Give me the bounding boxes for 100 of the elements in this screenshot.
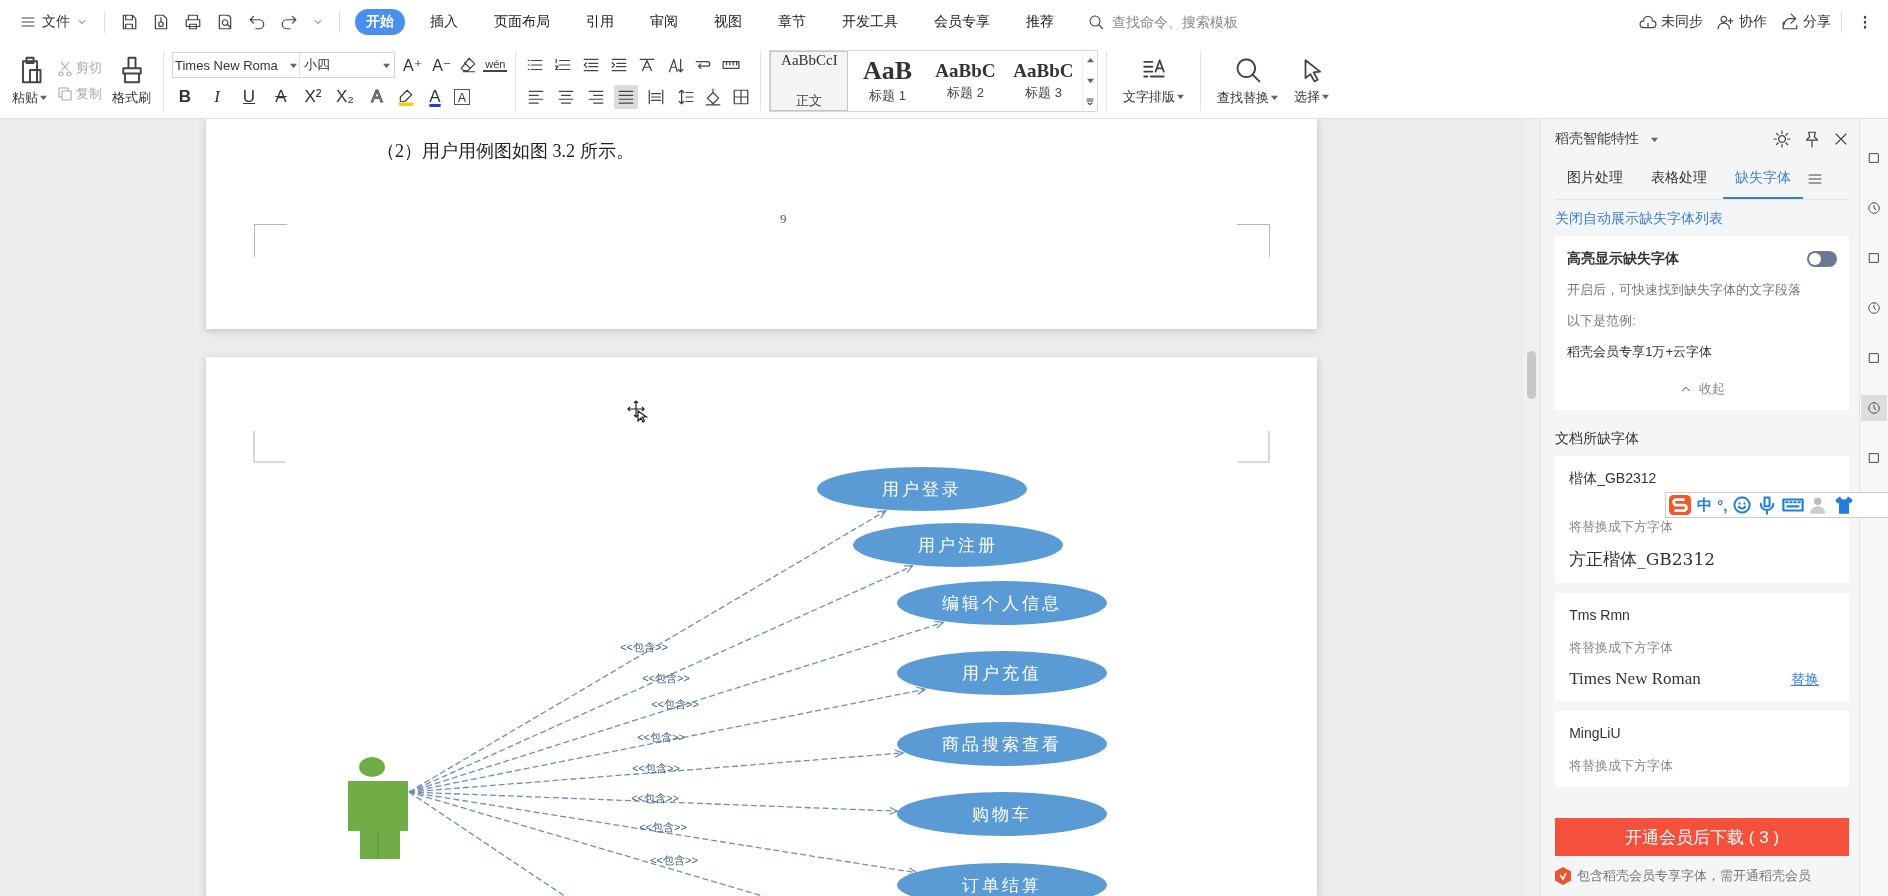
document-scrollbar[interactable]	[1523, 119, 1541, 896]
use-case-label: 编辑个人信息	[942, 594, 1063, 613]
search-icon	[1088, 14, 1104, 30]
toggle-switch[interactable]	[1807, 251, 1837, 267]
redo-icon[interactable]	[280, 13, 298, 31]
clock-icon	[1867, 301, 1881, 315]
caret-down-icon	[1322, 93, 1330, 100]
margin-corner-mark	[253, 430, 286, 463]
clock-icon	[1867, 201, 1881, 215]
undo-icon[interactable]	[248, 13, 266, 31]
font-size-button[interactable]: A⁺	[401, 55, 425, 75]
align-right-icon	[587, 88, 606, 106]
toolbar-action[interactable]: 未同步	[1639, 13, 1703, 31]
margin-corner-mark	[1237, 224, 1271, 257]
style-option[interactable]: AaBbCcI 正文	[770, 51, 849, 111]
highlighter-icon[interactable]	[396, 88, 416, 106]
command-search-field[interactable]: 查找命令、搜索模板	[1088, 13, 1294, 31]
print-icon[interactable]	[184, 13, 202, 31]
scroll-down-icon[interactable]	[1086, 77, 1094, 84]
missing-font-name: Tms Rmn	[1569, 607, 1631, 623]
file-menu[interactable]: 文件	[14, 9, 94, 35]
ribbon-tab[interactable]: 会员专享	[923, 9, 1001, 35]
collapse-button[interactable]: 收起	[1673, 374, 1732, 404]
export-icon[interactable]	[152, 13, 170, 31]
shading-icon	[704, 88, 723, 106]
phonetic-guide-button[interactable]: wén	[483, 58, 508, 72]
use-case-label: 购物车	[972, 805, 1033, 824]
text-format-button[interactable]: X²	[300, 87, 326, 107]
use-case-label: 订单结算	[962, 876, 1043, 895]
close-auto-list-link[interactable]: 关闭自动展示缺失字体列表	[1555, 210, 1724, 228]
square-icon	[1867, 251, 1881, 265]
ribbon-tab[interactable]: 开发工具	[831, 9, 909, 35]
menu-icon	[1807, 171, 1824, 187]
use-case-label: 用户登录	[882, 480, 963, 499]
decrease-indent-icon[interactable]	[582, 56, 601, 74]
text-format-button[interactable]: A	[268, 87, 294, 107]
format-painter-button[interactable]: 格式刷	[108, 53, 155, 109]
ribbon-tab[interactable]: 视图	[703, 9, 753, 35]
expand-gallery-icon[interactable]	[1086, 96, 1095, 105]
increase-indent-icon[interactable]	[610, 56, 629, 74]
punctuation-toggle[interactable]: °,	[1717, 496, 1728, 514]
find-replace-button[interactable]: 查找替换	[1209, 53, 1287, 109]
style-option[interactable]: AaBbC 标题 2	[926, 51, 1005, 111]
align-button[interactable]	[614, 85, 639, 109]
sort-icon[interactable]	[666, 56, 685, 74]
include-label: <<包含>>	[642, 672, 690, 684]
text-format-button[interactable]: B	[172, 87, 198, 107]
ribbon-tab[interactable]: 引用	[575, 9, 625, 35]
text-layout-button[interactable]: 文字排版	[1115, 54, 1193, 108]
text-format-button[interactable]: I	[204, 87, 230, 107]
hexagon-badge-icon	[1555, 867, 1572, 885]
chinese-layout-icon[interactable]	[638, 56, 657, 74]
select-button[interactable]: 选择	[1290, 54, 1334, 108]
ribbon-tab[interactable]: 插入	[419, 9, 469, 35]
card-title: 高亮显示缺失字体	[1567, 250, 1680, 268]
caret-down-icon	[1651, 135, 1659, 143]
replace-link[interactable]: 替换	[1791, 671, 1835, 689]
scroll-up-icon[interactable]	[1086, 57, 1094, 65]
section-heading: 文档所缺字体	[1555, 430, 1641, 448]
include-label: <<包含>>	[620, 641, 668, 653]
font-size-button[interactable]: A⁻	[430, 55, 454, 75]
shirt-icon[interactable]	[1834, 495, 1855, 515]
text-format-button[interactable]: A	[422, 87, 448, 107]
toolbar-action[interactable]: 分享	[1781, 13, 1831, 31]
ribbon-tab[interactable]: 页面布局	[483, 9, 561, 35]
align-center-icon	[557, 88, 576, 106]
text-format-button[interactable]: A	[364, 87, 390, 107]
sidebar-button[interactable]	[1861, 395, 1887, 421]
font-note: 将替换成下方字体	[1569, 518, 1675, 536]
style-option[interactable]: AaBbC 标题 3	[1004, 51, 1083, 111]
use-case-label: 用户充值	[962, 664, 1043, 683]
panel-tab[interactable]: 图片处理	[1555, 159, 1636, 199]
input-mode-toggle[interactable]: 中	[1697, 495, 1713, 515]
caret-down-icon	[40, 94, 47, 101]
copy-icon	[57, 86, 73, 102]
ribbon-tab[interactable]: 章节	[767, 9, 817, 35]
include-label: <<包含>>	[639, 821, 687, 833]
align-left-icon	[527, 88, 546, 106]
include-label: <<包含>>	[631, 792, 679, 804]
person-plus-icon	[1717, 13, 1735, 31]
text-format-button[interactable]: U	[236, 87, 262, 107]
print-preview-icon[interactable]	[216, 13, 234, 31]
square-icon	[1867, 351, 1881, 365]
panel-tab[interactable]: 表格处理	[1639, 159, 1720, 199]
panel-tab[interactable]: 缺失字体	[1723, 159, 1804, 199]
text-format-button[interactable]: A	[454, 89, 470, 105]
panel-title[interactable]: 稻壳智能特性	[1555, 130, 1640, 148]
ribbon-tab[interactable]: 审阅	[639, 9, 689, 35]
paste-button[interactable]: 粘贴	[8, 53, 51, 109]
clock-icon	[1867, 401, 1881, 415]
text-format-button[interactable]: X₂	[332, 87, 358, 107]
toolbar-action[interactable]: 协作	[1717, 13, 1767, 31]
style-option[interactable]: AaB 标题 1	[848, 51, 927, 111]
card-text: 稻壳会员专享1万+云字体	[1567, 343, 1713, 361]
margin-corner-mark	[1237, 430, 1270, 463]
line-spacing-icon	[676, 88, 695, 106]
ribbon-tab[interactable]: 推荐	[1015, 9, 1065, 35]
save-icon[interactable]	[120, 13, 138, 31]
card-description: 开启后，可快速找到缺失字体的文字段落	[1567, 281, 1803, 299]
close-icon	[1833, 131, 1849, 147]
